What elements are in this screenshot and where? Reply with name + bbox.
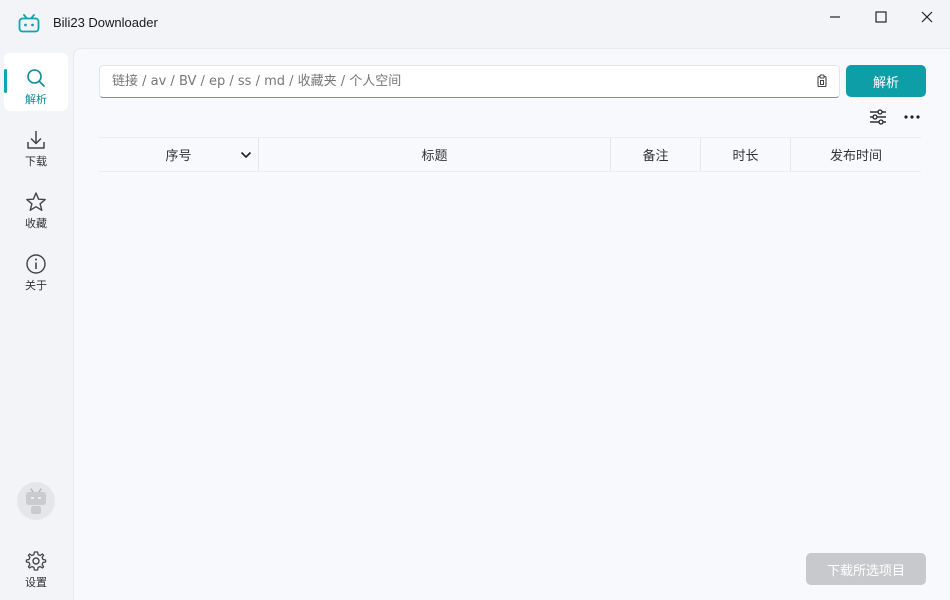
download-selected-button[interactable]: 下载所选项目 bbox=[806, 553, 926, 585]
main-panel: 解析 序号 标题 备注 时长 发布时间 下载所选项目 bbox=[73, 48, 950, 600]
column-header-label: 时长 bbox=[732, 149, 759, 164]
title-bar: Bili23 Downloader bbox=[0, 0, 950, 48]
column-header-duration[interactable]: 时长 bbox=[701, 138, 791, 171]
close-button[interactable] bbox=[904, 0, 950, 34]
column-header-note[interactable]: 备注 bbox=[611, 138, 701, 171]
close-icon bbox=[921, 11, 933, 23]
info-icon bbox=[26, 254, 46, 274]
minimize-button[interactable] bbox=[812, 0, 858, 34]
star-icon bbox=[26, 192, 46, 211]
search-icon bbox=[27, 69, 45, 87]
avatar[interactable] bbox=[17, 482, 55, 520]
column-header-label: 发布时间 bbox=[829, 149, 882, 164]
column-header-label: 备注 bbox=[642, 149, 669, 164]
column-header-title[interactable]: 标题 bbox=[259, 138, 611, 171]
column-header-label: 序号 bbox=[165, 149, 192, 164]
chevron-down-icon[interactable] bbox=[240, 150, 252, 160]
sidebar-item-label: 下载 bbox=[25, 155, 47, 168]
sidebar-item-about[interactable]: 关于 bbox=[4, 239, 68, 297]
sidebar-item-settings[interactable]: 设置 bbox=[4, 544, 68, 600]
maximize-icon bbox=[875, 11, 887, 23]
sidebar-item-favorites[interactable]: 收藏 bbox=[4, 177, 68, 235]
maximize-button[interactable] bbox=[858, 0, 904, 34]
url-box bbox=[99, 65, 840, 98]
sidebar: 解析 下载 收藏 关于 设置 bbox=[0, 48, 72, 600]
download-icon bbox=[27, 131, 45, 149]
filter-settings-icon[interactable] bbox=[868, 109, 888, 125]
sidebar-item-download[interactable]: 下载 bbox=[4, 115, 68, 173]
more-options-icon[interactable] bbox=[902, 109, 922, 125]
paste-clipboard-icon[interactable] bbox=[815, 74, 829, 88]
app-title: Bili23 Downloader bbox=[53, 15, 158, 30]
column-header-index[interactable]: 序号 bbox=[99, 138, 259, 171]
bilibili-tv-logo-icon bbox=[18, 14, 40, 33]
parse-button[interactable]: 解析 bbox=[846, 65, 926, 97]
column-header-label: 标题 bbox=[421, 149, 448, 164]
sidebar-item-label: 设置 bbox=[25, 576, 47, 589]
table-header: 序号 标题 备注 时长 发布时间 bbox=[99, 137, 921, 172]
sidebar-item-label: 解析 bbox=[25, 93, 47, 106]
minimize-icon bbox=[830, 16, 840, 18]
column-header-publish-time[interactable]: 发布时间 bbox=[791, 138, 921, 171]
sidebar-item-label: 关于 bbox=[25, 279, 47, 292]
sidebar-item-label: 收藏 bbox=[25, 217, 47, 230]
sidebar-item-parse[interactable]: 解析 bbox=[4, 53, 68, 111]
default-avatar-icon bbox=[26, 488, 46, 514]
url-input[interactable] bbox=[100, 66, 800, 97]
active-indicator bbox=[4, 69, 7, 93]
gear-icon bbox=[25, 551, 47, 571]
